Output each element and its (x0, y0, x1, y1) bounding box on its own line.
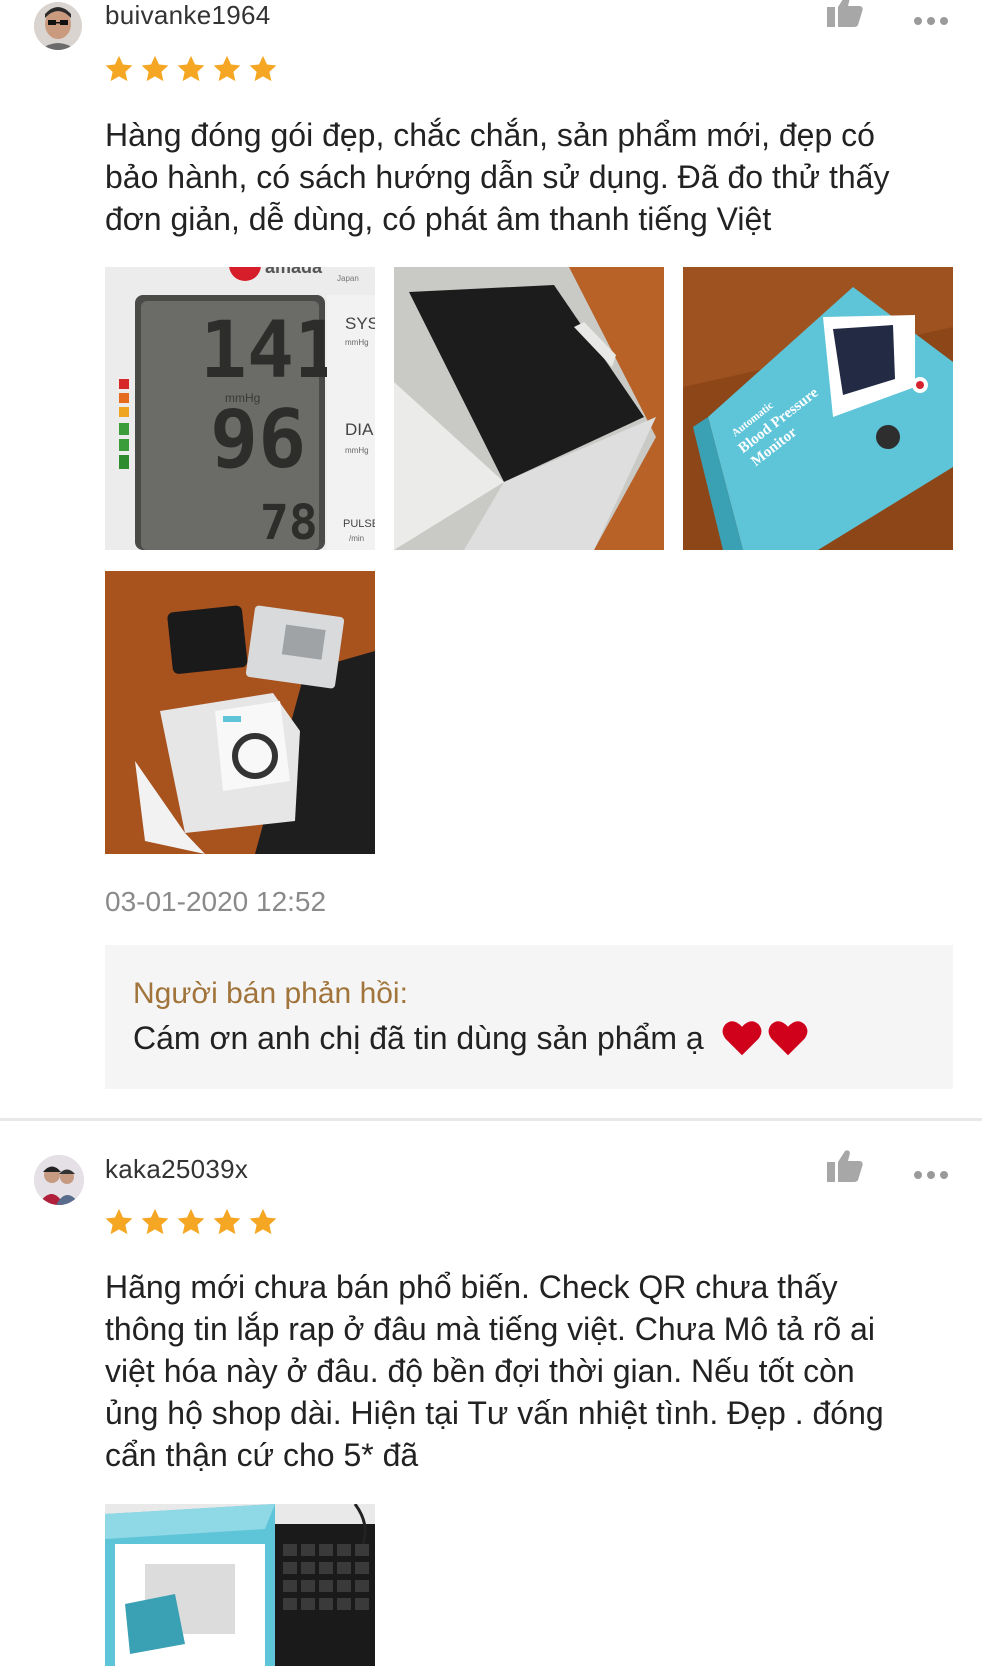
avatar[interactable] (34, 2, 82, 50)
review-photo[interactable] (394, 267, 664, 550)
star-icon (105, 55, 133, 82)
review-text-line: việt hóa này ở đâu. độ bền đợi thời gian… (105, 1353, 855, 1389)
avatar[interactable] (34, 1155, 84, 1205)
seller-reply: Người bán phản hồi: Cám ơn anh chị đã ti… (105, 945, 953, 1089)
seller-reply-label: Người bán phản hồi: (133, 977, 408, 1010)
review-text-line: Hãng mới chưa bán phổ biến. Check QR chư… (105, 1269, 838, 1305)
star-icon (177, 1208, 205, 1235)
more-dots-icon[interactable] (914, 12, 954, 25)
review-photo[interactable] (105, 571, 375, 854)
review-text-line: bảo hành, có sách hướng dẫn sử dụng. Đã … (105, 159, 890, 195)
review-text: Hãng mới chưa bán phổ biến. Check QR chư… (105, 1266, 955, 1476)
more-dots-icon[interactable] (914, 1166, 954, 1179)
seller-reply-message: Cám ơn anh chị đã tin dùng sản phẩm ạ (133, 1020, 704, 1056)
photo-dia-unit: mmHg (345, 446, 369, 455)
star-icon (105, 1208, 133, 1235)
photo-sys-value: 141 (200, 306, 341, 396)
star-icon (213, 55, 241, 82)
review-divider (0, 1118, 982, 1121)
seller-reply-text: Cám ơn anh chị đã tin dùng sản phẩm ạ (133, 1019, 809, 1057)
rating-stars (104, 54, 278, 84)
username[interactable]: buivanke1964 (105, 0, 271, 31)
heart-icon (722, 1021, 761, 1056)
star-icon (141, 1208, 169, 1235)
photo-brand-sub: Japan (337, 274, 359, 283)
review-text-line: ủng hộ shop dài. Hiện tại Tư vấn nhiệt t… (105, 1395, 884, 1431)
review-timestamp: 03-01-2020 12:52 (105, 886, 327, 917)
thumbs-up-icon[interactable] (826, 0, 864, 28)
rating-stars (104, 1207, 278, 1237)
review-text-line: cẩn thận cứ cho 5* đã (105, 1437, 419, 1473)
star-icon (141, 55, 169, 82)
thumbs-up-icon[interactable] (826, 1149, 864, 1183)
photo-sys-unit: mmHg (345, 338, 369, 347)
review-text-line: đơn giản, dễ dùng, có phát âm thanh tiến… (105, 201, 772, 237)
star-icon (213, 1208, 241, 1235)
photo-pulse-label: PULSE (343, 518, 375, 530)
star-icon (177, 55, 205, 82)
review-text: Hàng đóng gói đẹp, chắc chắn, sản phẩm m… (105, 114, 955, 240)
photo-sys-label: SYS (345, 314, 375, 333)
photo-pulse-unit: /min (349, 534, 364, 543)
username[interactable]: kaka25039x (105, 1154, 248, 1185)
photo-brand-text: amada (265, 267, 323, 277)
review-photo[interactable]: amada Japan 141 mmHg 96 78 SYS mmHg DIA … (105, 267, 375, 550)
photo-dia-value: 96 (210, 393, 306, 486)
review-text-line: thông tin lắp rap ở đâu mà tiếng việt. C… (105, 1311, 875, 1347)
photo-pulse-value: 78 (260, 495, 318, 550)
review-photo[interactable] (105, 1504, 375, 1666)
heart-icon (768, 1021, 807, 1056)
photo-dia-label: DIA (345, 420, 374, 439)
review-text-line: Hàng đóng gói đẹp, chắc chắn, sản phẩm m… (105, 117, 875, 153)
star-icon (249, 1208, 277, 1235)
review-photo[interactable]: Automatic Blood Pressure Monitor (683, 267, 953, 550)
star-icon (249, 55, 277, 82)
